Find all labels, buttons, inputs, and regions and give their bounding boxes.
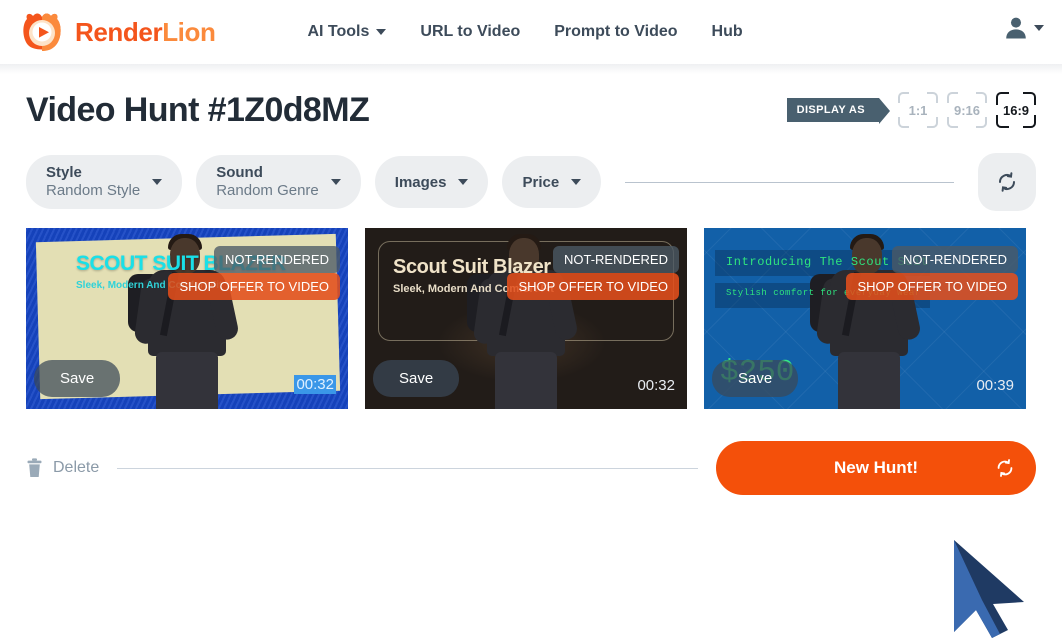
filter-style-value: Random Style	[46, 182, 141, 199]
brand-logo[interactable]: RenderLion	[18, 8, 216, 56]
filter-sound-value: Random Genre	[216, 182, 319, 199]
video-card[interactable]: Introducing The Scout Suit Stylish comfo…	[704, 228, 1026, 409]
refresh-icon	[998, 172, 1016, 192]
filter-images[interactable]: Images	[374, 156, 489, 208]
filter-sound-chevron-down-icon	[330, 179, 341, 185]
filter-style-chevron-down-icon	[152, 179, 163, 185]
video-duration: 00:39	[976, 377, 1014, 394]
ratio-button-9-16[interactable]: 9:16	[947, 92, 987, 128]
video-card[interactable]: Scout Suit Blazer Sleek, Modern And Comf…	[365, 228, 687, 409]
new-hunt-refresh-icon	[997, 459, 1013, 477]
filter-price[interactable]: Price	[502, 156, 602, 208]
ratio-label-1-1: 1:1	[908, 102, 928, 118]
filter-price-label: Price	[522, 173, 560, 191]
brand-name-part2: Lion	[162, 16, 216, 47]
nav-label-url-to-video: URL to Video	[420, 23, 521, 40]
filter-row: Style Random Style Sound Random Genre Im…	[0, 146, 1062, 218]
site-header: RenderLion AI Tools URL to Video Prompt …	[0, 0, 1062, 64]
filter-style-label: Style	[46, 164, 82, 182]
page-title: Video Hunt #1Z0d8MZ	[26, 90, 370, 129]
save-button[interactable]: Save	[34, 360, 121, 397]
filter-style[interactable]: Style Random Style	[26, 155, 183, 209]
new-hunt-button[interactable]: New Hunt!	[716, 441, 1036, 495]
video-card-grid: SCOUT SUIT BLAZER Sleek, Modern And Comf…	[0, 228, 1062, 409]
delete-button[interactable]: Delete	[26, 458, 99, 478]
user-account-icon	[1006, 17, 1026, 39]
filter-sound[interactable]: Sound Random Genre	[196, 155, 361, 209]
save-button[interactable]: Save	[712, 360, 799, 397]
lion-play-logo-icon	[23, 13, 61, 51]
user-chevron-down-icon	[1034, 25, 1044, 31]
nav-item-hub[interactable]: Hub	[712, 23, 743, 41]
nav-item-prompt-to-video[interactable]: Prompt to Video	[554, 23, 677, 41]
user-account-menu[interactable]	[1002, 14, 1044, 42]
bottom-divider	[117, 467, 698, 469]
status-badge: NOT-RENDERED	[891, 246, 1018, 273]
filter-images-chevron-down-icon	[458, 179, 469, 185]
status-badge: NOT-RENDERED	[552, 246, 679, 273]
ratio-label-9-16: 9:16	[953, 102, 981, 118]
filter-price-chevron-down-icon	[571, 179, 582, 185]
chevron-down-icon	[376, 29, 387, 35]
save-button[interactable]: Save	[373, 360, 460, 397]
ratio-button-16-9[interactable]: 16:9	[996, 92, 1036, 128]
video-duration: 00:32	[294, 375, 336, 394]
video-duration: 00:32	[637, 377, 675, 394]
nav-label-prompt-to-video: Prompt to Video	[554, 23, 678, 40]
page-body: Video Hunt #1Z0d8MZ DISPLAY AS 1:1 9:16 …	[0, 74, 1062, 495]
new-hunt-label: New Hunt!	[833, 458, 919, 477]
header-shadow	[0, 64, 1062, 74]
main-navigation: AI Tools URL to Video Prompt to Video Hu…	[307, 23, 742, 41]
trash-icon	[27, 458, 42, 477]
nav-item-ai-tools[interactable]: AI Tools	[307, 23, 387, 41]
status-badge: NOT-RENDERED	[213, 246, 340, 273]
brand-name: RenderLion	[75, 16, 216, 48]
filter-images-label: Images	[394, 173, 447, 191]
filter-divider	[625, 181, 954, 183]
nav-label-hub: Hub	[711, 23, 743, 40]
aspect-ratio-selector: DISPLAY AS 1:1 9:16 16:9	[786, 92, 1036, 128]
regenerate-button[interactable]	[978, 153, 1036, 211]
nav-label-ai-tools: AI Tools	[307, 23, 370, 40]
shop-offer-button[interactable]: SHOP OFFER TO VIDEO	[846, 273, 1018, 300]
bottom-action-bar: Delete New Hunt!	[0, 441, 1062, 495]
delete-label: Delete	[53, 459, 100, 476]
title-row: Video Hunt #1Z0d8MZ DISPLAY AS 1:1 9:16 …	[0, 74, 1062, 146]
video-card[interactable]: SCOUT SUIT BLAZER Sleek, Modern And Comf…	[26, 228, 348, 409]
filter-sound-label: Sound	[216, 164, 263, 182]
shop-offer-button[interactable]: SHOP OFFER TO VIDEO	[507, 273, 679, 300]
shop-offer-button[interactable]: SHOP OFFER TO VIDEO	[168, 273, 340, 300]
display-as-badge: DISPLAY AS	[786, 98, 891, 124]
mouse-cursor	[954, 540, 1024, 638]
brand-name-part1: Render	[75, 16, 163, 47]
ratio-button-1-1[interactable]: 1:1	[898, 92, 938, 128]
nav-item-url-to-video[interactable]: URL to Video	[420, 23, 520, 41]
